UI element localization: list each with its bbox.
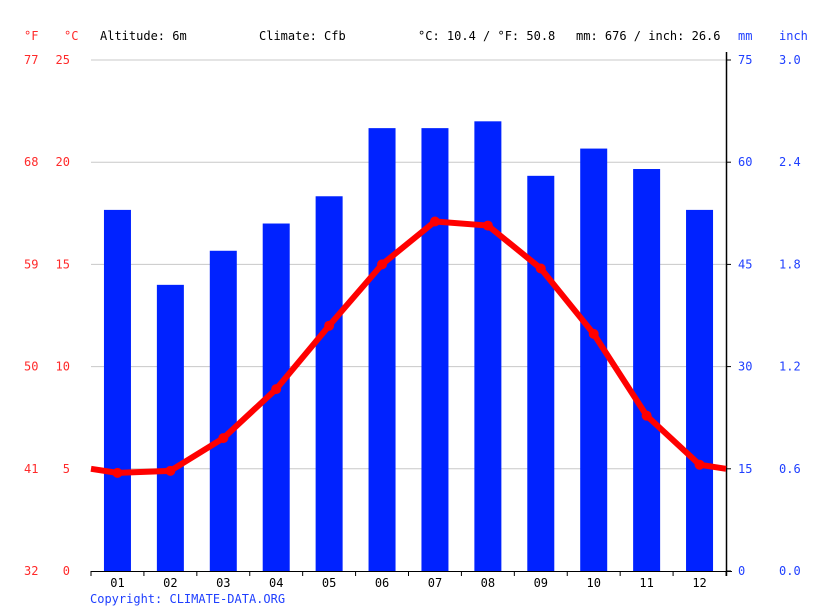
- annual-precipitation-label: mm: 676 / inch: 26.6: [576, 29, 721, 43]
- month-tick-label: 10: [586, 576, 600, 590]
- month-tick-label: 12: [692, 576, 706, 590]
- fahrenheit-tick-label: 41: [24, 462, 38, 476]
- mm-unit-label: mm: [738, 29, 752, 43]
- precipitation-bar: [209, 250, 237, 572]
- celsius-tick-label: 25: [56, 53, 70, 67]
- precipitation-bar: [103, 209, 131, 572]
- altitude-label: Altitude: 6m: [100, 29, 187, 43]
- inch-unit-label: inch: [779, 29, 808, 43]
- mm-tick-label: 15: [738, 462, 752, 476]
- temperature-point: [271, 384, 282, 395]
- fahrenheit-tick-label: 32: [24, 564, 38, 578]
- mm-tick-label: 60: [738, 155, 752, 169]
- inch-tick-label: 0.0: [779, 564, 801, 578]
- mm-tick-label: 30: [738, 360, 752, 374]
- month-tick-label: 11: [639, 576, 653, 590]
- month-tick-label: 02: [163, 576, 177, 590]
- inch-tick-label: 0.6: [779, 462, 801, 476]
- precipitation-bar: [580, 148, 608, 571]
- climate-chart: °F °C Altitude: 6m Climate: Cfb °C: 10.4…: [24, 29, 808, 606]
- fahrenheit-tick-label: 59: [24, 257, 38, 271]
- mm-tick-label: 0: [738, 564, 745, 578]
- temperature-point: [535, 263, 546, 274]
- precipitation-bar: [633, 169, 661, 571]
- precipitation-bar: [315, 196, 343, 571]
- month-tick-label: 06: [375, 576, 389, 590]
- celsius-tick-label: 5: [63, 462, 70, 476]
- fahrenheit-unit-label: °F: [24, 29, 38, 43]
- month-tick-label: 04: [269, 576, 283, 590]
- fahrenheit-tick-label: 77: [24, 53, 38, 67]
- month-tick-label: 07: [428, 576, 442, 590]
- precipitation-bars: [103, 121, 714, 572]
- temperature-point: [482, 220, 493, 231]
- mm-tick-label: 75: [738, 53, 752, 67]
- celsius-tick-label: 20: [56, 155, 70, 169]
- temperature-point: [377, 259, 388, 270]
- fahrenheit-tick-label: 68: [24, 155, 38, 169]
- month-tick-label: 05: [322, 576, 336, 590]
- celsius-unit-label: °C: [64, 29, 78, 43]
- temperature-line-group: [90, 216, 727, 478]
- temperature-point: [694, 459, 705, 470]
- mm-tick-label: 45: [738, 257, 752, 271]
- temperature-point: [324, 320, 335, 331]
- month-tick-label: 03: [216, 576, 230, 590]
- inch-tick-label: 1.8: [779, 257, 801, 271]
- temperature-point: [588, 328, 599, 339]
- month-tick-label: 09: [534, 576, 548, 590]
- precipitation-bar: [156, 284, 184, 571]
- precipitation-bar: [368, 128, 396, 571]
- average-temperature-label: °C: 10.4 / °F: 50.8: [418, 29, 555, 43]
- precipitation-bar: [421, 128, 449, 571]
- celsius-tick-label: 0: [63, 564, 70, 578]
- temperature-point: [641, 410, 652, 421]
- fahrenheit-tick-label: 50: [24, 360, 38, 374]
- month-tick-label: 08: [481, 576, 495, 590]
- inch-tick-label: 2.4: [779, 155, 801, 169]
- temperature-line: [90, 218, 727, 476]
- inch-tick-label: 1.2: [779, 360, 801, 374]
- temperature-point: [112, 467, 123, 478]
- tick-labels: 32 0 0 0.0 41 5 15 0.6 50 10 30 1.2 59 15 45 1.8 68 20 60 2…: [24, 53, 801, 590]
- precipitation-bar: [527, 175, 555, 571]
- temperature-point: [165, 465, 176, 476]
- climate-label: Climate: Cfb: [259, 29, 346, 43]
- copyright-link[interactable]: Copyright: CLIMATE-DATA.ORG: [90, 592, 285, 606]
- precipitation-bar: [686, 209, 714, 572]
- inch-tick-label: 3.0: [779, 53, 801, 67]
- temperature-point: [429, 216, 440, 227]
- month-tick-label: 01: [110, 576, 124, 590]
- celsius-tick-label: 15: [56, 257, 70, 271]
- temperature-point: [218, 433, 229, 444]
- gridlines: [91, 59, 726, 470]
- celsius-tick-label: 10: [56, 360, 70, 374]
- precipitation-bar: [474, 121, 502, 571]
